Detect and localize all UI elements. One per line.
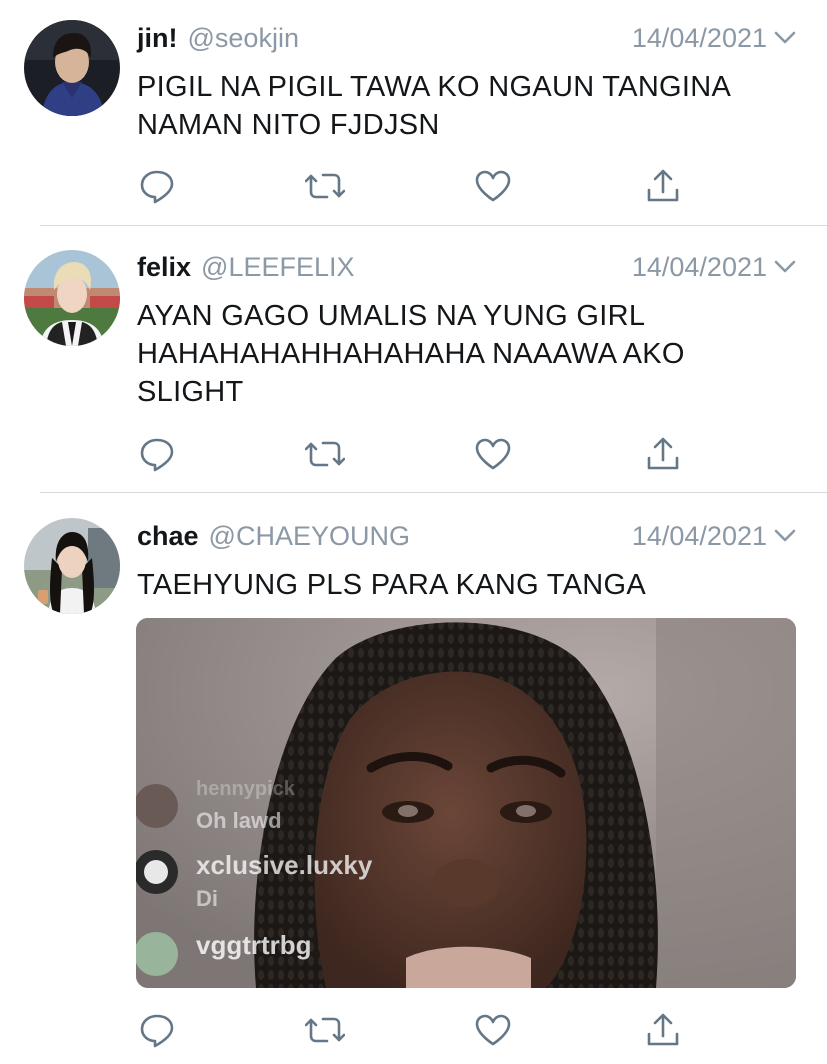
overlay-comment: vggtrtrbg xyxy=(196,930,312,960)
share-icon[interactable] xyxy=(643,1010,683,1050)
chevron-down-icon[interactable] xyxy=(773,30,797,46)
tweet-media-image[interactable]: hennypick Oh lawd xclusive.luxky Di vggt… xyxy=(136,618,796,988)
avatar-jin[interactable] xyxy=(24,20,120,116)
overlay-comment: hennypick xyxy=(196,778,295,800)
reply-icon[interactable] xyxy=(137,166,177,206)
retweet-icon[interactable] xyxy=(305,434,345,474)
tweet-text: PIGIL NA PIGIL TAWA KO NGAUN TANGINA NAM… xyxy=(137,71,730,141)
tweet-text: AYAN GAGO UMALIS NA YUNG GIRL HAHAHAHAHH… xyxy=(137,300,685,408)
reply-icon[interactable] xyxy=(137,1010,177,1050)
tweet-actions xyxy=(137,434,697,474)
tweet-actions xyxy=(137,166,697,206)
overlay-comment: xclusive.luxky xyxy=(196,850,373,880)
like-icon[interactable] xyxy=(473,434,513,474)
tweet-text: TAEHYUNG PLS PARA KANG TANGA xyxy=(137,569,647,601)
user-handle[interactable]: @LEEFELIX xyxy=(201,252,354,283)
tweet-actions xyxy=(137,1010,697,1050)
chevron-down-icon[interactable] xyxy=(773,259,797,275)
tweet-date: 14/04/2021 xyxy=(631,520,767,551)
display-name[interactable]: chae xyxy=(137,521,199,552)
reply-icon[interactable] xyxy=(137,434,177,474)
tweet-date: 14/04/2021 xyxy=(631,22,767,53)
overlay-comment: Oh lawd xyxy=(196,808,282,833)
tweet-date: 14/04/2021 xyxy=(631,251,767,282)
user-handle[interactable]: @CHAEYOUNG xyxy=(209,521,410,552)
avatar-chae[interactable] xyxy=(24,518,120,614)
divider xyxy=(40,225,827,226)
like-icon[interactable] xyxy=(473,166,513,206)
share-icon[interactable] xyxy=(643,434,683,474)
display-name[interactable]: jin! xyxy=(137,23,178,54)
retweet-icon[interactable] xyxy=(305,1010,345,1050)
user-handle[interactable]: @seokjin xyxy=(188,23,299,54)
chevron-down-icon[interactable] xyxy=(773,528,797,544)
avatar-felix[interactable] xyxy=(24,250,120,346)
divider xyxy=(40,492,827,493)
display-name[interactable]: felix xyxy=(137,252,191,283)
overlay-comment: Di xyxy=(196,886,218,911)
retweet-icon[interactable] xyxy=(305,166,345,206)
share-icon[interactable] xyxy=(643,166,683,206)
like-icon[interactable] xyxy=(473,1010,513,1050)
